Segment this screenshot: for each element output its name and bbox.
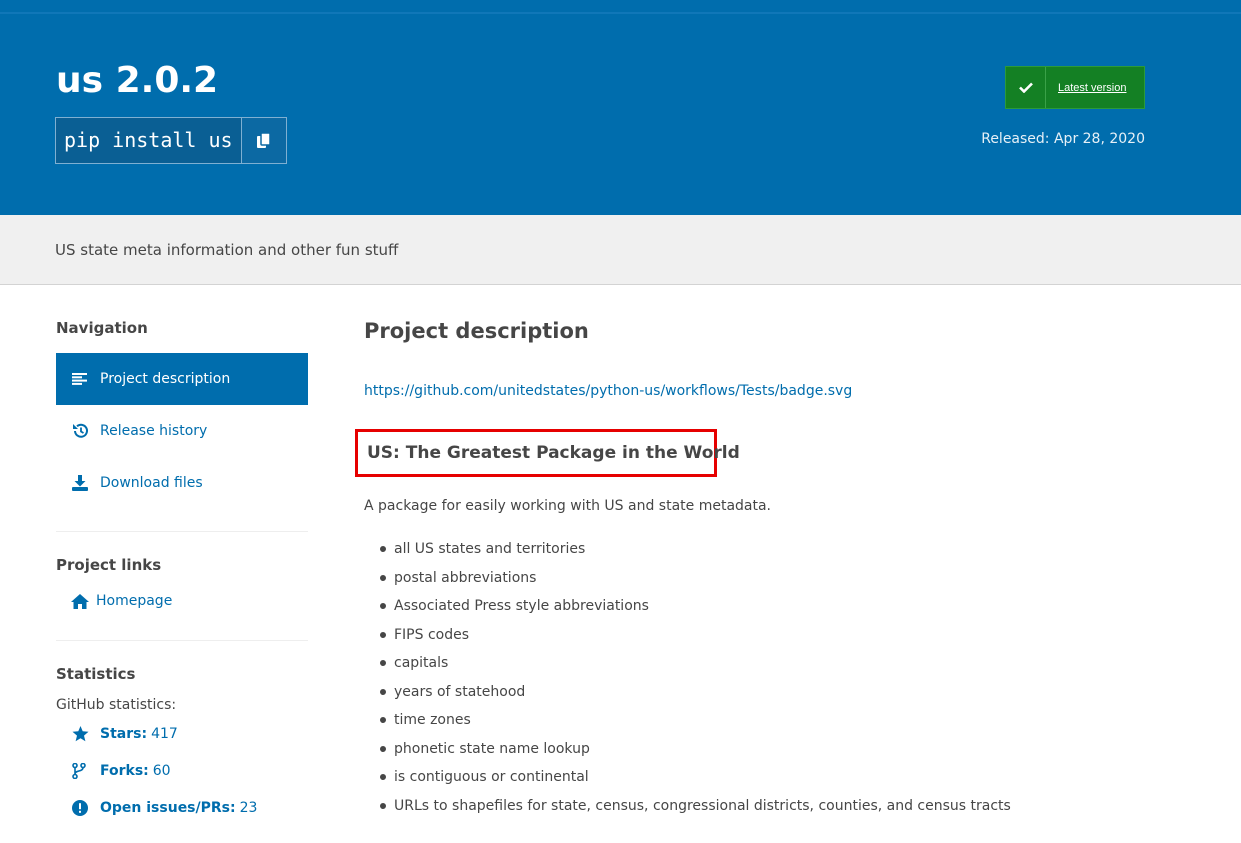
list-item: URLs to shapefiles for state, census, co… (380, 792, 1011, 821)
stat-label: Open issues/PRs: (100, 799, 236, 816)
sidebar-divider (56, 640, 308, 641)
pip-command[interactable]: pip install us (56, 118, 241, 163)
project-links-heading: Project links (56, 556, 162, 574)
package-title: us 2.0.2 (56, 60, 219, 101)
feature-list: all US states and territories postal abb… (380, 535, 1011, 820)
star-icon (72, 725, 100, 742)
history-icon (72, 423, 100, 439)
package-header: us 2.0.2 pip install us Latest version R… (0, 0, 1241, 215)
stat-open-issues[interactable]: Open issues/PRs: 23 (56, 789, 308, 826)
latest-version-badge[interactable]: Latest version (1005, 66, 1145, 109)
list-item: capitals (380, 649, 1011, 678)
statistics-heading: Statistics (56, 665, 136, 683)
homepage-link[interactable]: Homepage (56, 586, 308, 616)
stat-label: Forks: (100, 762, 149, 779)
release-date: Released: Apr 28, 2020 (981, 131, 1145, 147)
home-icon (71, 593, 96, 609)
list-item: FIPS codes (380, 621, 1011, 650)
stat-forks[interactable]: Forks: 60 (56, 752, 308, 789)
list-item: is contiguous or continental (380, 763, 1011, 792)
readme-intro: A package for easily working with US and… (364, 498, 772, 514)
readme-heading: US: The Greatest Package in the World (355, 429, 740, 477)
nav-label: Download files (100, 475, 203, 491)
list-item: time zones (380, 706, 1011, 735)
download-icon (72, 475, 100, 491)
badge-link[interactable]: https://github.com/unitedstates/python-u… (364, 383, 852, 399)
navigation-heading: Navigation (56, 319, 148, 337)
stat-value: 23 (239, 799, 258, 816)
pip-command-box: pip install us (55, 117, 287, 164)
stat-value: 60 (152, 762, 171, 779)
list-item: Associated Press style abbreviations (380, 592, 1011, 621)
align-left-icon (72, 373, 100, 385)
header-divider (0, 12, 1241, 14)
list-item: all US states and territories (380, 535, 1011, 564)
latest-version-link[interactable]: Latest version (1046, 82, 1126, 94)
copy-icon (256, 132, 271, 148)
stat-label: Stars: (100, 725, 148, 742)
nav-download-files[interactable]: Download files (56, 457, 308, 509)
github-stats-label: GitHub statistics: (56, 697, 177, 713)
sidebar: Navigation Project description Release h… (56, 285, 308, 826)
nav-label: Release history (100, 423, 208, 439)
homepage-label: Homepage (96, 593, 173, 609)
stat-stars[interactable]: Stars: 417 (56, 715, 308, 752)
nav-project-description[interactable]: Project description (56, 353, 308, 405)
section-title: Project description (364, 319, 589, 343)
list-item: years of statehood (380, 678, 1011, 707)
nav-label: Project description (100, 371, 231, 387)
copy-button[interactable] (240, 118, 286, 163)
package-summary: US state meta information and other fun … (55, 241, 399, 259)
sidebar-divider (56, 531, 308, 532)
check-icon (1006, 67, 1046, 108)
stat-value: 417 (151, 725, 178, 742)
alert-icon (72, 799, 100, 816)
list-item: postal abbreviations (380, 564, 1011, 593)
list-item: phonetic state name lookup (380, 735, 1011, 764)
fork-icon (72, 762, 100, 779)
package-summary-band: US state meta information and other fun … (0, 215, 1241, 285)
nav-release-history[interactable]: Release history (56, 405, 308, 457)
